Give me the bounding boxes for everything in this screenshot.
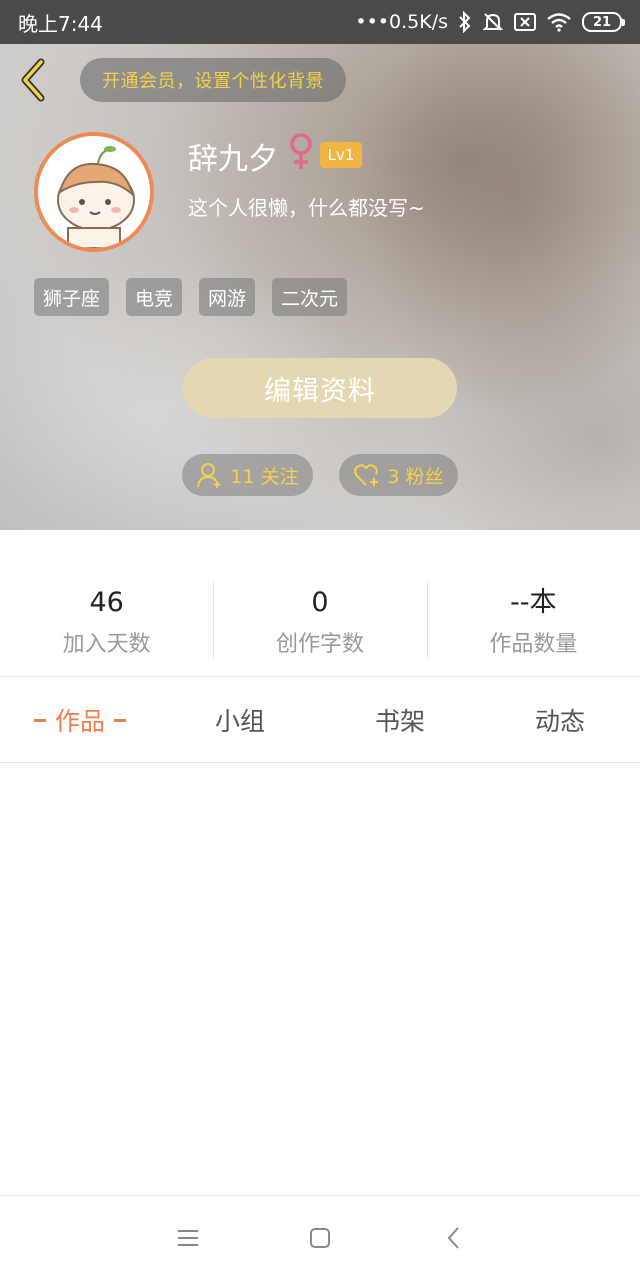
tab-label: 书架: [374, 707, 425, 736]
tab-label: 小组: [214, 707, 265, 736]
tab-activity[interactable]: 动态: [480, 677, 640, 763]
tab-label: 动态: [534, 707, 585, 736]
heart-add-icon: [354, 464, 379, 486]
back-button[interactable]: [14, 58, 54, 102]
status-icons: •••0.5K/s 21: [355, 11, 625, 33]
menu-button[interactable]: [166, 1216, 210, 1260]
female-gender-icon: [286, 132, 316, 176]
following-button[interactable]: 11 关注: [182, 454, 313, 496]
avatar[interactable]: [34, 132, 154, 252]
stat-join-days: 46 加入天数: [0, 530, 213, 676]
tab-bar: 作品 小组 书架 动态: [0, 677, 640, 763]
back-nav-button[interactable]: [432, 1216, 476, 1260]
tag-item: 狮子座: [34, 278, 110, 316]
fans-count: 3 粉丝: [387, 465, 444, 488]
stats-row: 46 加入天数 0 创作字数 --本 作品数量: [0, 530, 640, 676]
username: 辞九夕: [188, 142, 278, 177]
interest-tags: 狮子座 电竞 网游 二次元: [34, 278, 348, 316]
tag-item: 二次元: [272, 278, 348, 316]
network-speed: •••0.5K/s: [355, 11, 448, 33]
user-bio: 这个人很懒，什么都没写~: [188, 196, 425, 220]
user-add-icon: [197, 463, 221, 488]
battery-icon: 21: [582, 12, 625, 32]
mute-bell-icon: [482, 11, 504, 33]
tab-bookshelf[interactable]: 书架: [320, 677, 480, 763]
status-bar: 晚上7:44 •••0.5K/s 21: [0, 0, 640, 44]
tag-item: 网游: [199, 278, 256, 316]
stat-value: --本: [510, 587, 557, 618]
vip-banner-button[interactable]: 开通会员，设置个性化背景: [80, 58, 346, 102]
stat-label: 作品数量: [489, 632, 578, 657]
divider: [0, 762, 640, 763]
home-square-icon: [310, 1228, 330, 1248]
wifi-icon: [546, 12, 572, 32]
sim-icon: [514, 13, 536, 31]
following-count: 11 关注: [230, 465, 299, 488]
tab-works[interactable]: 作品: [0, 677, 160, 763]
tab-indicator-right: [114, 718, 126, 722]
avatar-cartoon-icon: [38, 136, 150, 248]
stat-label: 创作字数: [275, 632, 364, 657]
system-nav-bar: [0, 1196, 640, 1280]
stat-value: 46: [89, 587, 124, 618]
stat-label: 加入天数: [62, 632, 151, 657]
stat-word-count: 0 创作字数: [213, 530, 426, 676]
back-chevron-icon: [447, 1227, 459, 1249]
status-time: 晚上7:44: [18, 11, 103, 36]
edit-profile-button[interactable]: 编辑资料: [183, 358, 457, 418]
fans-button[interactable]: 3 粉丝: [339, 454, 458, 496]
tab-indicator-left: [33, 718, 46, 722]
level-badge: Lv1: [320, 142, 362, 168]
home-button[interactable]: [298, 1216, 342, 1260]
stat-works-count: --本 作品数量: [426, 530, 640, 676]
tag-item: 电竞: [126, 278, 183, 316]
tab-groups[interactable]: 小组: [160, 677, 320, 763]
bluetooth-icon: [458, 11, 472, 33]
tab-label: 作品: [54, 707, 105, 736]
back-arrow-icon: [21, 58, 45, 102]
stat-value: 0: [311, 587, 329, 618]
menu-icon: [178, 1230, 198, 1246]
